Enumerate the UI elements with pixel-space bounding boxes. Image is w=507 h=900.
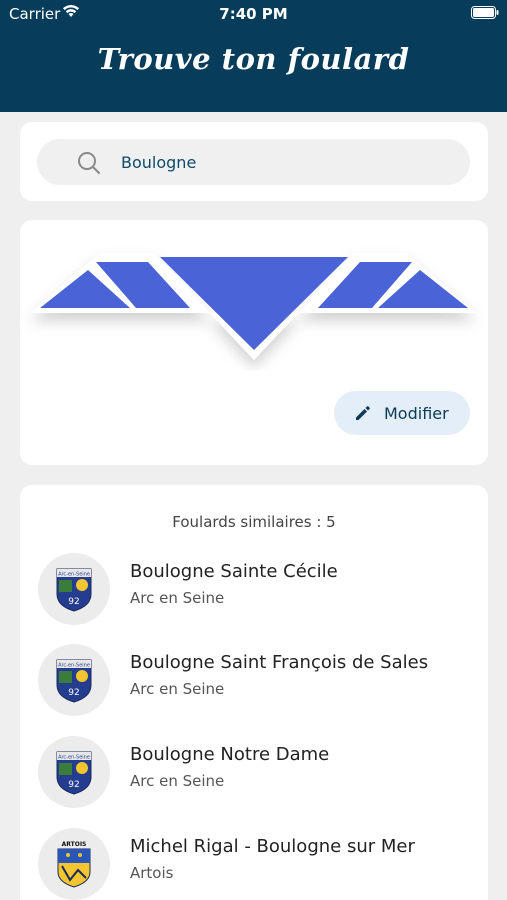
- svg-text:Arc-en-Seine: Arc-en-Seine: [58, 663, 90, 669]
- search-bar[interactable]: [37, 139, 470, 185]
- group-logo: ARTOIS: [38, 828, 110, 900]
- group-logo: Arc-en-Seine 92: [38, 553, 110, 625]
- arc-en-seine-badge-icon: Arc-en-Seine 92: [56, 568, 92, 612]
- similar-scarves-card: Foulards similaires : 5 Arc-en-Seine 92 …: [20, 485, 488, 900]
- group-logo: Arc-en-Seine 92: [38, 644, 110, 716]
- item-group: Artois: [130, 864, 174, 882]
- search-card: [20, 122, 488, 201]
- status-time: 7:40 PM: [219, 5, 288, 23]
- similar-heading: Foulards similaires : 5: [172, 513, 336, 531]
- item-group: Arc en Seine: [130, 680, 225, 698]
- status-bar: Carrier 7:40 PM: [0, 0, 507, 28]
- search-input[interactable]: [121, 139, 451, 185]
- torn-paper-edge: [0, 88, 507, 107]
- item-name: Michel Rigal - Boulogne sur Mer: [130, 836, 415, 857]
- list-item[interactable]: Arc-en-Seine 92 Boulogne Saint François …: [20, 640, 488, 720]
- item-name: Boulogne Notre Dame: [130, 744, 330, 765]
- arc-en-seine-badge-icon: Arc-en-Seine 92: [56, 659, 92, 703]
- scarf-preview-card: Modifier: [20, 220, 488, 465]
- list-item[interactable]: ARTOIS Michel Rigal - Boulogne sur Mer A…: [20, 824, 488, 900]
- svg-text:ARTOIS: ARTOIS: [62, 841, 87, 848]
- pencil-icon: [356, 406, 370, 420]
- item-name: Boulogne Sainte Cécile: [130, 561, 338, 582]
- svg-text:92: 92: [68, 597, 79, 607]
- arc-en-seine-badge-icon: Arc-en-Seine 92: [56, 751, 92, 795]
- item-name: Boulogne Saint François de Sales: [130, 652, 429, 673]
- artois-badge-icon: ARTOIS: [57, 841, 91, 888]
- battery-icon: [471, 6, 499, 19]
- svg-text:92: 92: [68, 780, 79, 790]
- list-item[interactable]: Arc-en-Seine 92 Boulogne Sainte Cécile A…: [20, 549, 488, 629]
- item-group: Arc en Seine: [130, 589, 225, 607]
- group-logo: Arc-en-Seine 92: [38, 736, 110, 808]
- scarf-illustration: [30, 253, 476, 360]
- svg-text:Arc-en-Seine: Arc-en-Seine: [58, 572, 90, 578]
- modify-button-label: Modifier: [384, 403, 449, 423]
- svg-text:92: 92: [68, 688, 79, 698]
- search-icon: [78, 152, 100, 174]
- modify-button[interactable]: Modifier: [334, 391, 470, 435]
- item-group: Arc en Seine: [130, 772, 225, 790]
- page-title: Trouve ton foulard: [97, 42, 410, 76]
- list-item[interactable]: Arc-en-Seine 92 Boulogne Notre Dame Arc …: [20, 732, 488, 812]
- svg-text:Arc-en-Seine: Arc-en-Seine: [58, 755, 90, 761]
